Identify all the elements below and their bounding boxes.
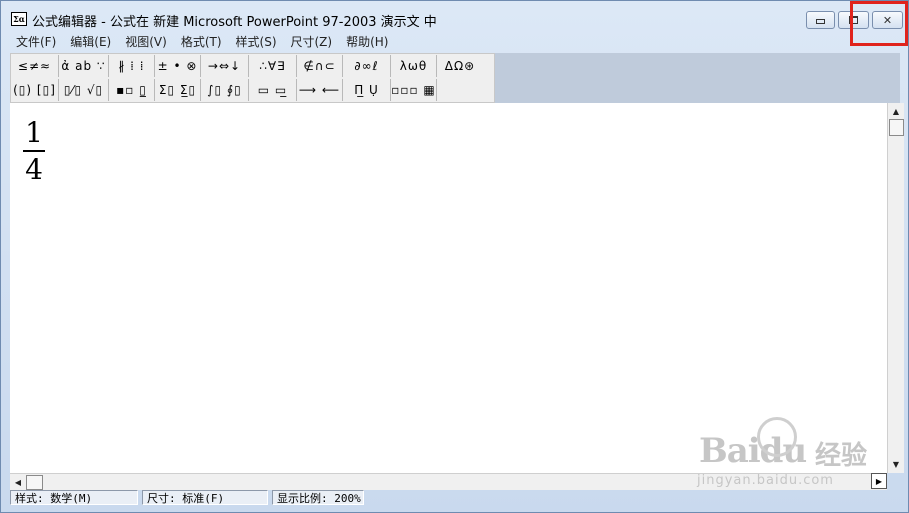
menu-help[interactable]: 帮助(H) — [338, 33, 394, 51]
misc-symbols-palette-button[interactable]: ∂∞ℓ — [343, 55, 391, 77]
relations-palette-button[interactable]: ≤≠≈ — [11, 55, 59, 77]
matrix-palette-button[interactable]: ▫▫▫ ▦ — [391, 79, 437, 101]
equation-toolbar: ≤≠≈ ἀ ab ∵ ∦ ⁞ ⁞ ± • ⊗ →⇔↓ ∴∀∃ ∉∩⊂ ∂∞ℓ λ… — [10, 53, 495, 103]
equation-editor-window: Σα 公式编辑器 - 公式在 新建 Microsoft PowerPoint 9… — [0, 0, 909, 513]
horizontal-scroll-thumb[interactable] — [26, 475, 43, 490]
fraction-denominator[interactable]: 4 — [24, 153, 44, 187]
arrows-palette-button[interactable]: →⇔↓ — [201, 55, 249, 77]
equation-editor-app-icon[interactable]: Σα — [11, 12, 27, 26]
status-bar: 样式: 数学(M) 尺寸: 标准(F) 显示比例: 200% — [10, 490, 903, 506]
menu-format[interactable]: 格式(T) — [173, 33, 228, 51]
embellishments-palette-button[interactable]: ∦ ⁞ ⁞ — [109, 55, 155, 77]
operators-palette-button[interactable]: ± • ⊗ — [155, 55, 201, 77]
vertical-scroll-thumb[interactable] — [889, 119, 904, 136]
minimize-icon — [816, 19, 825, 24]
menu-edit[interactable]: 编辑(E) — [62, 33, 117, 51]
status-zoom: 显示比例: 200% — [272, 490, 364, 505]
menu-file[interactable]: 文件(F) — [8, 33, 62, 51]
fraction-numerator[interactable]: 1 — [24, 117, 44, 149]
equation-editing-area[interactable]: 1 4 — [10, 103, 887, 473]
fences-palette-button[interactable]: (▯) [▯] — [11, 79, 59, 101]
integral-palette-button[interactable]: ∫▯ ∮▯ — [201, 79, 249, 101]
title-bar[interactable]: Σα 公式编辑器 - 公式在 新建 Microsoft PowerPoint 9… — [1, 1, 908, 33]
scroll-left-icon[interactable]: ◀ — [10, 474, 26, 490]
spaces-ellipses-palette-button[interactable]: ἀ ab ∵ — [59, 55, 109, 77]
menu-bar: 文件(F) 编辑(E) 视图(V) 格式(T) 样式(S) 尺寸(Z) 帮助(H… — [8, 33, 901, 51]
menu-size[interactable]: 尺寸(Z) — [283, 33, 339, 51]
window-title: 公式编辑器 - 公式在 新建 Microsoft PowerPoint 97-2… — [32, 15, 437, 30]
scroll-down-icon[interactable]: ▼ — [888, 456, 904, 472]
scroll-right-icon[interactable]: ▶ — [871, 473, 887, 489]
scroll-up-icon[interactable]: ▲ — [888, 103, 904, 119]
products-palette-button[interactable]: Π̲ Ụ — [343, 79, 391, 101]
greek-lowercase-palette-button[interactable]: λωθ — [391, 55, 437, 77]
status-style: 样式: 数学(M) — [10, 490, 138, 505]
toolbar-empty-area — [495, 53, 900, 103]
summation-palette-button[interactable]: Σ▯ Σ̲▯ — [155, 79, 201, 101]
template-palettes-row: (▯) [▯] ▯⁄▯ √▯ ▪▫ ▯̲ Σ▯ Σ̲▯ ∫▯ ∮▯ ▭ ▭̲ ⟶… — [11, 78, 437, 102]
logic-palette-button[interactable]: ∴∀∃ — [249, 55, 297, 77]
status-size: 尺寸: 标准(F) — [142, 490, 268, 505]
labeled-arrow-palette-button[interactable]: ⟶ ⟵ — [297, 79, 343, 101]
horizontal-scrollbar[interactable]: ◀ — [10, 473, 887, 490]
minimize-button[interactable] — [806, 11, 835, 29]
symbol-palettes-row: ≤≠≈ ἀ ab ∵ ∦ ⁞ ⁞ ± • ⊗ →⇔↓ ∴∀∃ ∉∩⊂ ∂∞ℓ λ… — [11, 54, 483, 78]
vertical-scrollbar[interactable]: ▲ ▼ — [887, 103, 904, 473]
fraction-bar — [23, 150, 45, 152]
underbar-overbar-palette-button[interactable]: ▭ ▭̲ — [249, 79, 297, 101]
menu-style[interactable]: 样式(S) — [228, 33, 283, 51]
greek-uppercase-palette-button[interactable]: ΔΩ⊛ — [437, 55, 483, 77]
subscript-superscript-palette-button[interactable]: ▪▫ ▯̲ — [109, 79, 155, 101]
menu-view[interactable]: 视图(V) — [117, 33, 173, 51]
fraction-radical-palette-button[interactable]: ▯⁄▯ √▯ — [59, 79, 109, 101]
fraction-equation[interactable]: 1 4 — [23, 117, 45, 187]
set-theory-palette-button[interactable]: ∉∩⊂ — [297, 55, 343, 77]
